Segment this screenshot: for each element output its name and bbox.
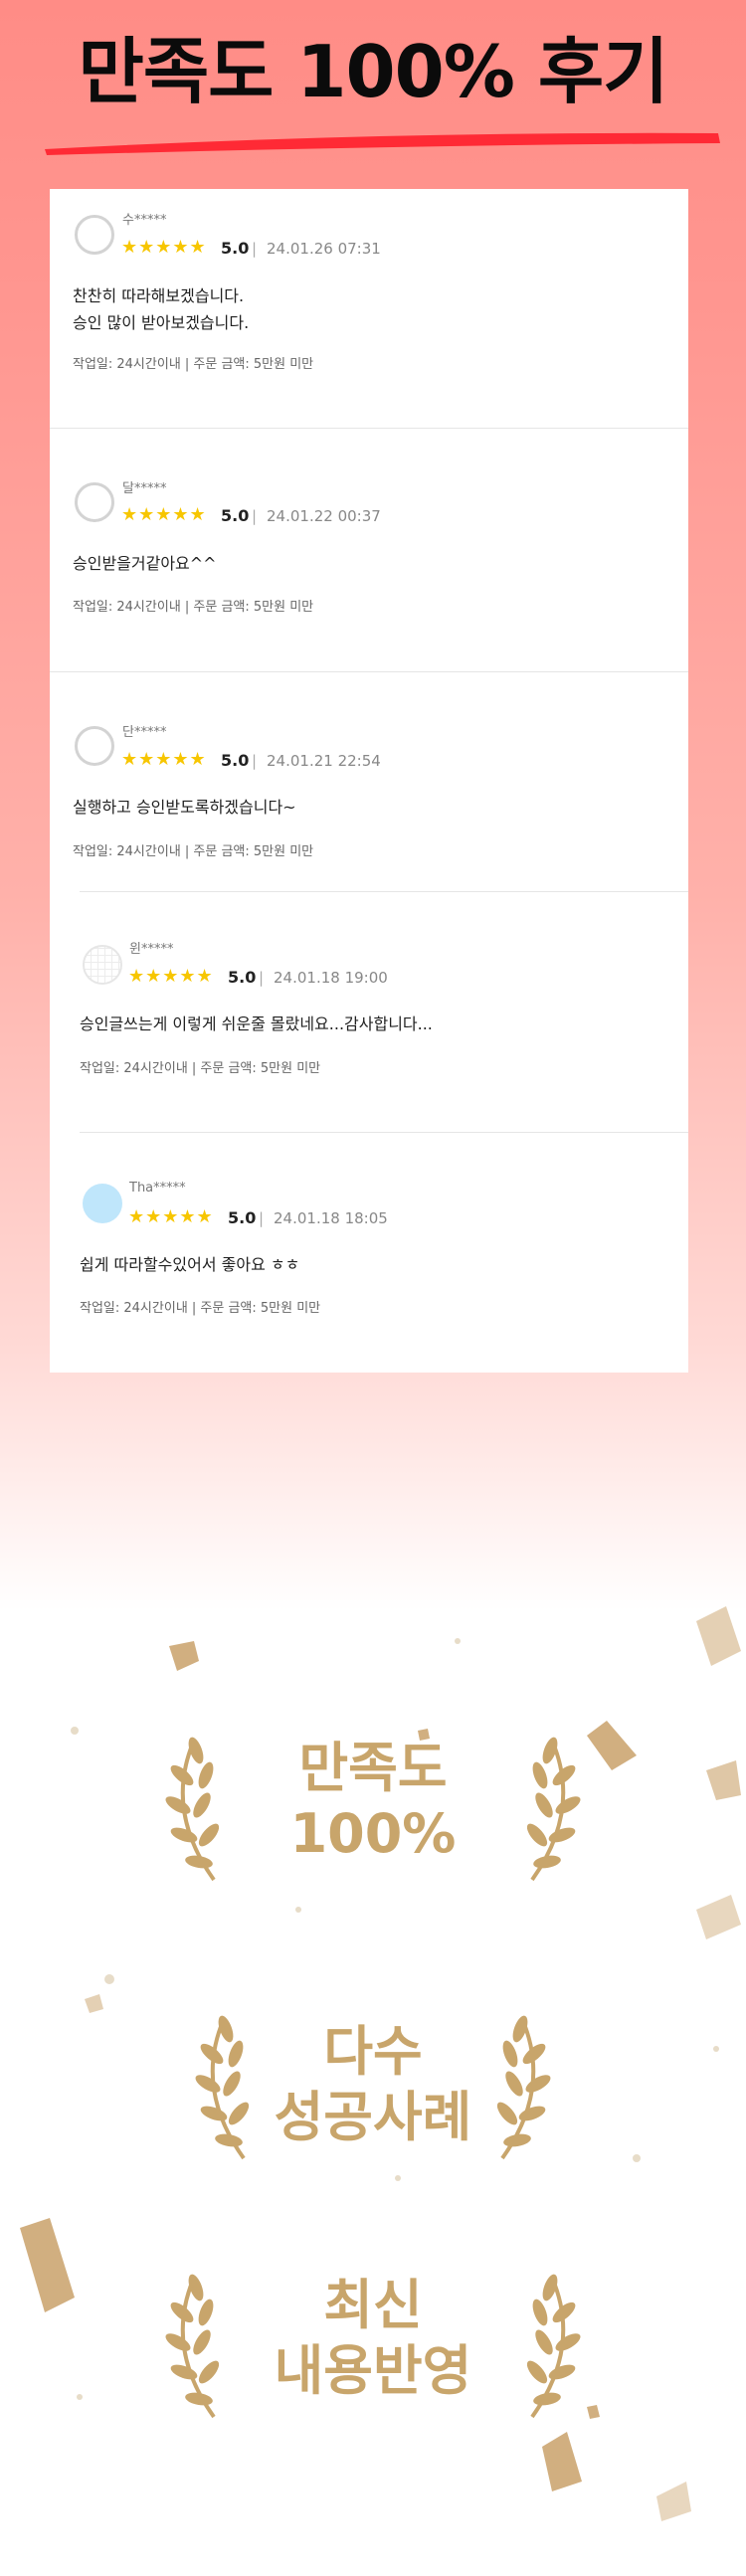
review-text: 승인받을거같아요^^ xyxy=(73,554,217,573)
rating-score: 5.0 xyxy=(228,1208,257,1227)
badge-success-cases: 다수 성공사례 xyxy=(274,2020,472,2148)
review-meta: 작업일: 24시간이내 | 주문 금액: 5만원 미만 xyxy=(73,600,314,615)
review-text: 승인글쓰는게 이렇게 쉬운줄 몰랐네요...감사합니다... xyxy=(80,1014,433,1033)
star-rating-icon: ★★★★★ xyxy=(121,237,207,258)
separator: | xyxy=(259,1209,265,1227)
review-date: 24.01.21 22:54 xyxy=(267,752,381,770)
separator: | xyxy=(259,969,265,987)
avatar xyxy=(83,945,122,985)
separator: | xyxy=(252,752,258,770)
badge-satisfaction: 만족도 100% xyxy=(289,1737,457,1865)
review-meta: 작업일: 24시간이내 | 주문 금액: 5만원 미만 xyxy=(73,357,314,372)
badge-latest-content: 최신 내용반영 xyxy=(274,2274,472,2402)
reviewer-name: 달***** xyxy=(122,481,167,496)
divider xyxy=(80,891,688,892)
review-date: 24.01.18 19:00 xyxy=(274,969,388,987)
title-underline xyxy=(45,132,720,155)
review-meta: 작업일: 24시간이내 | 주문 금액: 5만원 미만 xyxy=(80,1061,321,1076)
rating-score: 5.0 xyxy=(221,239,250,258)
separator: | xyxy=(252,507,258,525)
star-rating-icon: ★★★★★ xyxy=(121,749,207,770)
review-text: 쉽게 따라할수있어서 좋아요 ㅎㅎ xyxy=(80,1255,300,1274)
review-meta: 작업일: 24시간이내 | 주문 금액: 5만원 미만 xyxy=(80,1301,321,1316)
star-rating-icon: ★★★★★ xyxy=(121,504,207,525)
star-rating-icon: ★★★★★ xyxy=(128,1206,214,1227)
divider xyxy=(50,671,688,672)
review-date: 24.01.18 18:05 xyxy=(274,1209,388,1227)
review-date: 24.01.22 00:37 xyxy=(267,507,381,525)
review-meta: 작업일: 24시간이내 | 주문 금액: 5만원 미만 xyxy=(73,844,314,859)
review-list: 수***** ★★★★★ 5.0 | 24.01.26 07:31 찬찬히 따라… xyxy=(50,189,688,1373)
separator: | xyxy=(252,240,258,258)
reviewer-name: 단***** xyxy=(122,725,167,740)
reviewer-name: 수***** xyxy=(122,213,167,228)
divider xyxy=(80,1132,688,1133)
review-date: 24.01.26 07:31 xyxy=(267,240,381,258)
avatar xyxy=(75,726,114,766)
rating-score: 5.0 xyxy=(228,968,257,987)
divider xyxy=(50,428,688,429)
avatar xyxy=(75,215,114,255)
rating-score: 5.0 xyxy=(221,751,250,770)
page-title: 만족도 100% 후기 xyxy=(78,30,669,113)
review-text: 실행하고 승인받도록하겠습니다~ xyxy=(73,798,296,817)
avatar xyxy=(83,1184,122,1223)
reviewer-name: Tha***** xyxy=(129,1181,186,1196)
reviewer-name: 윈***** xyxy=(129,942,174,957)
rating-score: 5.0 xyxy=(221,506,250,525)
avatar xyxy=(75,482,114,522)
review-text: 찬찬히 따라해보겠습니다. 승인 많이 받아보겠습니다. xyxy=(73,286,250,332)
star-rating-icon: ★★★★★ xyxy=(128,966,214,987)
